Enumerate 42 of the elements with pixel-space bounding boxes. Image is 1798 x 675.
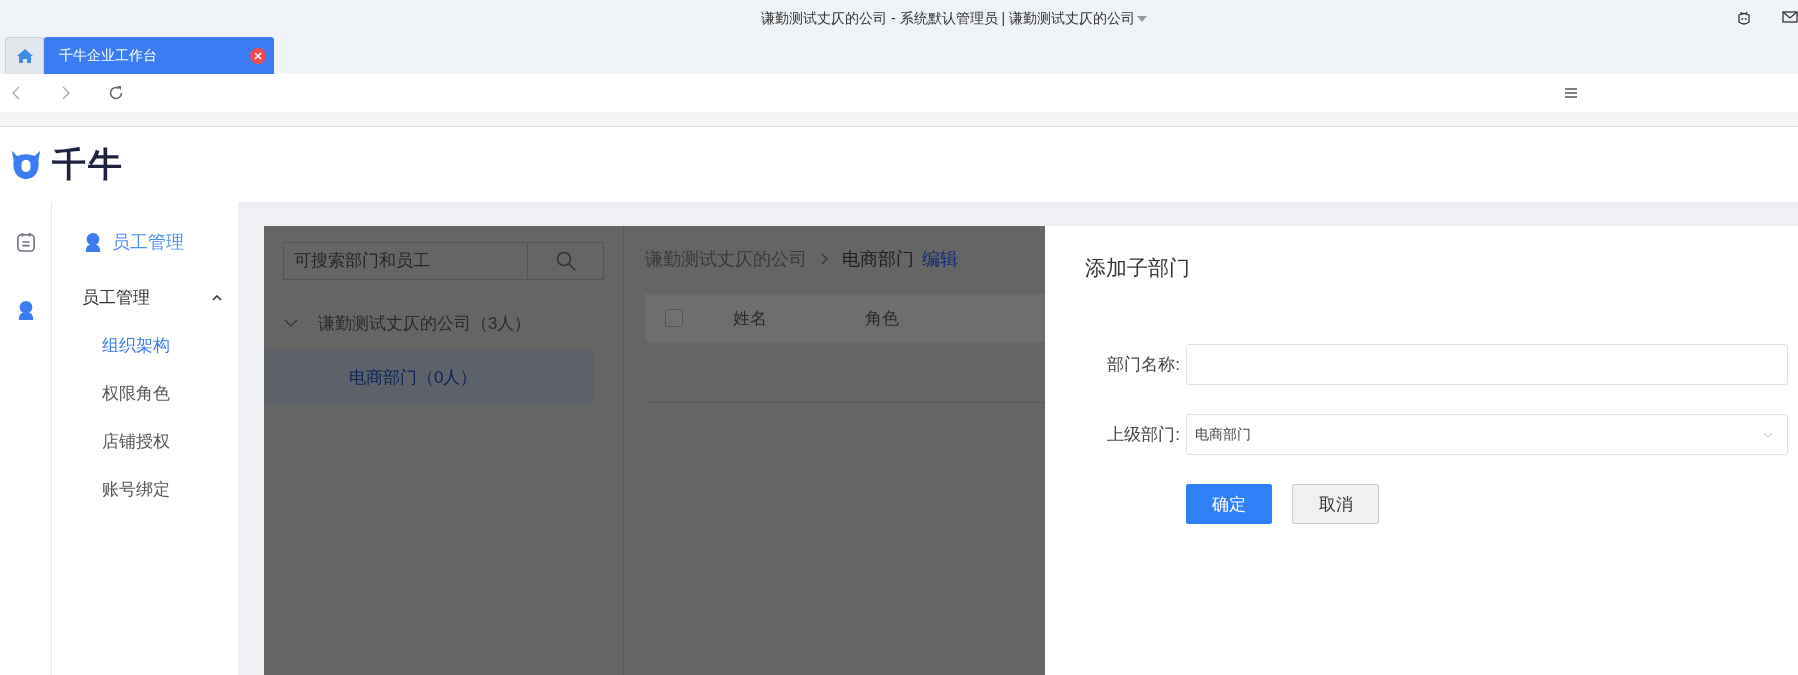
home-tab[interactable] [5, 37, 44, 74]
menu-icon[interactable] [1565, 88, 1577, 98]
back-icon[interactable] [12, 86, 20, 100]
person-icon[interactable] [16, 300, 35, 320]
section-title: 员工管理 [112, 231, 184, 254]
window-title: 谦勤测试丈仄的公司 - 系统默认管理员 | 谦勤测试丈仄的公司 [761, 9, 1135, 28]
close-icon[interactable] [250, 47, 266, 64]
chevron-right-icon [821, 253, 828, 265]
edit-link[interactable]: 编辑 [922, 247, 958, 271]
checkbox[interactable] [665, 309, 683, 327]
tree-node[interactable]: 谦勤测试丈仄的公司（3人） [264, 296, 594, 350]
menu-item[interactable]: 组织架构 [102, 334, 170, 357]
chevron-icon [212, 294, 222, 301]
search-icon [555, 251, 576, 271]
select-field[interactable]: 电商部门 [1186, 414, 1788, 455]
menu-group[interactable]: 员工管理 [82, 286, 222, 309]
robot-icon[interactable] [1736, 11, 1752, 27]
clipboard-icon[interactable] [16, 232, 35, 252]
confirm-button[interactable]: 确定 [1186, 484, 1272, 524]
field-label: 部门名称: [1106, 354, 1181, 376]
search-field[interactable]: 可搜索部门和员工 [283, 242, 527, 280]
chevron-icon [1763, 431, 1773, 438]
person-icon [84, 232, 102, 252]
mail-icon[interactable] [1782, 11, 1798, 23]
menu-item[interactable]: 账号绑定 [102, 478, 170, 501]
menu-item[interactable]: 店铺授权 [102, 430, 170, 453]
column-header: 姓名 [733, 307, 768, 330]
caret-icon[interactable] [1136, 15, 1147, 22]
refresh-icon[interactable] [108, 85, 124, 101]
logo-text: 千牛 [52, 143, 124, 185]
breadcrumb-item: 电商部门 [842, 248, 914, 271]
cancel-button[interactable]: 取消 [1292, 484, 1379, 524]
field-label: 上级部门: [1106, 424, 1181, 446]
column-header: 角色 [865, 307, 900, 330]
dialog-title: 添加子部门 [1085, 255, 1191, 281]
workbench-tab[interactable]: 千牛企业工作台 [44, 37, 274, 74]
chevron-icon [284, 319, 298, 327]
tree-node[interactable]: 电商部门（0人） [264, 350, 594, 404]
home-icon [16, 49, 33, 63]
menu-item[interactable]: 权限角色 [102, 382, 170, 405]
input-field[interactable] [1186, 344, 1788, 385]
forward-icon[interactable] [62, 86, 70, 100]
